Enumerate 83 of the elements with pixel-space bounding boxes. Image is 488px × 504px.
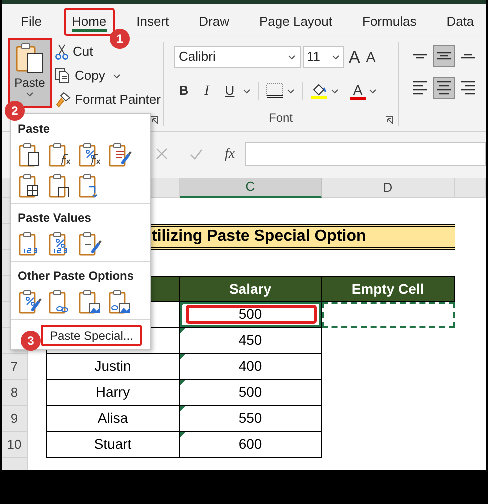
paste-button[interactable]: Paste <box>8 38 52 108</box>
column-header[interactable]: D <box>322 178 455 198</box>
column-header[interactable]: C <box>180 178 322 198</box>
menu-section-heading: Paste <box>17 121 52 138</box>
copy-button[interactable]: Copy <box>75 66 106 86</box>
clipboard-icon <box>77 231 103 257</box>
scissors-icon[interactable] <box>55 44 69 60</box>
borders-icon[interactable] <box>266 83 284 99</box>
font-size-field[interactable]: 11 <box>303 46 344 68</box>
table-cell[interactable]: 400 <box>180 354 321 379</box>
table-cell[interactable]: 600 <box>180 432 321 457</box>
font-name-field[interactable]: Calibri <box>174 46 301 68</box>
grow-font-button[interactable]: A <box>349 48 360 66</box>
underline-button[interactable]: U <box>220 81 240 101</box>
dialog-launcher-icon[interactable] <box>150 116 159 125</box>
chevron-icon <box>331 88 339 94</box>
clipboard-icon <box>77 289 103 315</box>
chevron-icon <box>26 92 34 97</box>
clipboard-icon <box>107 289 133 315</box>
clipboard-icon <box>15 42 45 74</box>
chevron-icon <box>288 54 296 60</box>
paste-option-button[interactable] <box>47 142 73 168</box>
table-cell-text: Justin <box>94 357 132 376</box>
paste-option-button[interactable] <box>17 289 43 315</box>
menu-section-heading: Other Paste Options <box>17 268 136 285</box>
clipboard-icon <box>107 142 133 168</box>
chevron-icon <box>113 74 122 78</box>
table-cell[interactable]: 550 <box>180 406 321 431</box>
column-heading: Salary <box>180 276 322 302</box>
row-header[interactable]: 7 <box>2 354 28 380</box>
ribbon-tab[interactable]: Draw <box>191 8 238 36</box>
paste-option-button[interactable] <box>77 142 103 168</box>
ribbon-tab[interactable]: File <box>13 8 50 36</box>
row-header[interactable]: 8 <box>2 380 28 406</box>
ribbon-tab[interactable]: Formulas <box>354 8 425 36</box>
paste-special-button[interactable]: Paste Special... <box>41 325 142 346</box>
shrink-font-button[interactable]: A <box>366 50 376 64</box>
clipboard-icon <box>17 289 43 315</box>
menu-section-heading: Paste Values <box>17 210 92 227</box>
paste-option-button[interactable] <box>107 289 133 315</box>
paste-option-button[interactable] <box>77 231 103 257</box>
row-header[interactable]: 10 <box>2 432 28 458</box>
checkmark-icon[interactable] <box>190 148 203 160</box>
group-label: Font <box>268 110 293 127</box>
clipboard-icon <box>47 142 73 168</box>
copy-icon[interactable] <box>55 68 71 84</box>
lines-icon <box>437 52 451 60</box>
paste-option-button[interactable] <box>107 142 133 168</box>
italic-button[interactable]: I <box>197 80 217 102</box>
ribbon-tab[interactable]: Insert <box>128 8 178 36</box>
table-cell-text: Stuart <box>93 435 133 454</box>
format-painter-button[interactable]: Format Painter <box>75 90 161 110</box>
table-cell[interactable]: 500 <box>180 302 321 327</box>
ribbon-tab[interactable]: Page Layout <box>252 8 341 36</box>
bold-button[interactable]: B <box>174 81 194 101</box>
lines-icon <box>413 54 427 58</box>
dialog-launcher-icon[interactable] <box>385 116 394 125</box>
clipboard-icon <box>77 142 103 168</box>
lines-icon <box>461 81 475 95</box>
paintbrush-icon[interactable] <box>55 92 71 108</box>
insert-function-button[interactable]: fx <box>225 144 236 164</box>
align-horizontal-button[interactable] <box>433 77 455 99</box>
column-heading: Empty Cell <box>322 276 455 302</box>
table-cell-text: Alisa <box>96 409 130 428</box>
ribbon-tab[interactable]: Data <box>438 8 482 36</box>
font-color-button[interactable]: A <box>350 82 366 100</box>
row-header[interactable]: 9 <box>2 406 28 432</box>
chevron-icon <box>243 88 251 94</box>
lines-icon <box>461 54 475 58</box>
lines-icon <box>437 81 451 95</box>
lines-icon <box>413 81 427 95</box>
table-cell[interactable]: 500 <box>180 380 321 405</box>
paste-option-button[interactable] <box>77 289 103 315</box>
chevron-icon <box>369 88 377 94</box>
formula-input[interactable] <box>245 142 486 166</box>
chevron-icon <box>332 54 340 60</box>
chevron-icon <box>287 88 295 94</box>
table-cell-text: Harry <box>94 383 132 402</box>
table-cell[interactable]: 450 <box>180 328 321 353</box>
fill-color-icon[interactable] <box>310 82 328 100</box>
align-vertical-button[interactable] <box>433 45 455 67</box>
cut-button[interactable]: Cut <box>73 42 94 62</box>
ribbon-tab[interactable]: Home <box>64 8 115 36</box>
